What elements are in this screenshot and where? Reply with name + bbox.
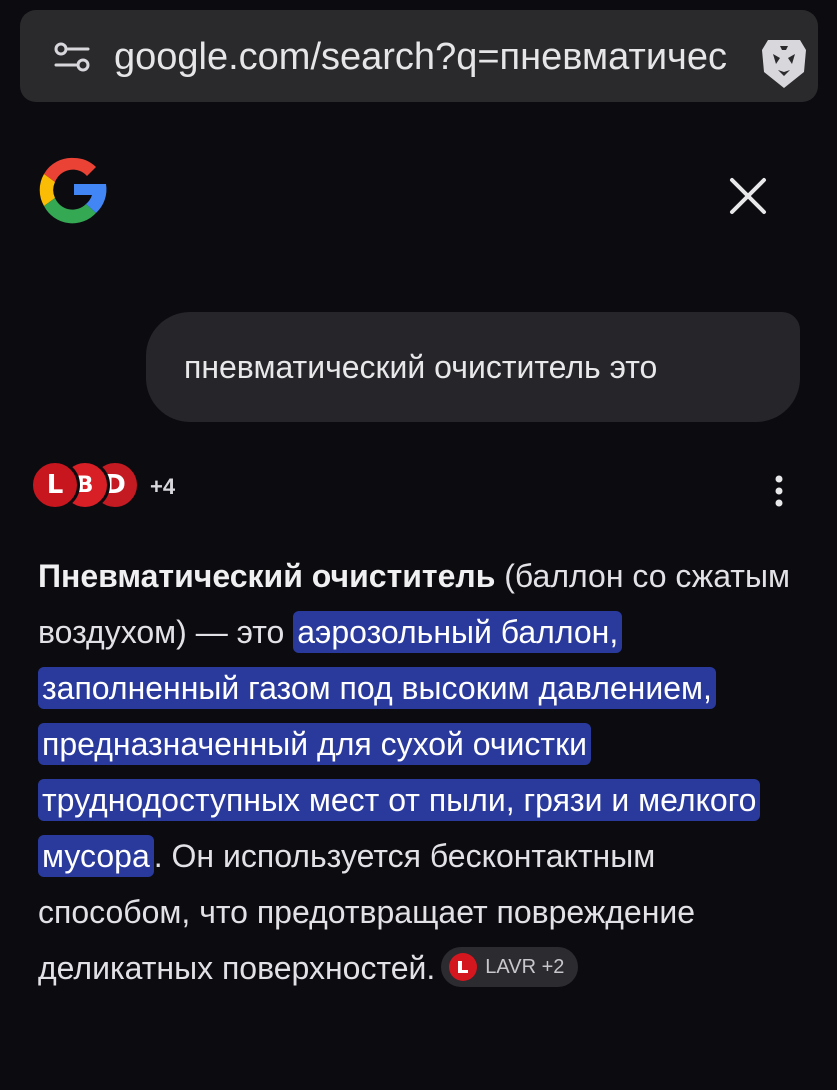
- source-more-count[interactable]: +4: [150, 474, 175, 500]
- brave-lion-icon[interactable]: [758, 36, 810, 92]
- query-text: пневматический очиститель это: [184, 348, 658, 385]
- user-query-bubble: пневматический очиститель это: [146, 312, 800, 422]
- url-text[interactable]: google.com/search?q=пневматичес: [114, 34, 736, 80]
- tune-icon[interactable]: [54, 42, 90, 72]
- address-bar[interactable]: google.com/search?q=пневматичес: [20, 10, 818, 102]
- citation-chip[interactable]: LAVR +2: [441, 946, 579, 987]
- citation-label: LAVR +2: [485, 955, 565, 978]
- answer-term: Пневматический очиститель: [38, 558, 496, 594]
- lavr-logo-icon: [449, 952, 478, 981]
- source-badges[interactable]: L В D +4: [30, 460, 190, 512]
- close-icon[interactable]: [726, 174, 770, 218]
- google-g-icon: [39, 157, 107, 224]
- ai-answer-text: Пневматический очиститель (баллон со сжа…: [38, 548, 808, 996]
- more-vert-icon[interactable]: [772, 474, 786, 508]
- source-badge-1[interactable]: L: [30, 460, 80, 510]
